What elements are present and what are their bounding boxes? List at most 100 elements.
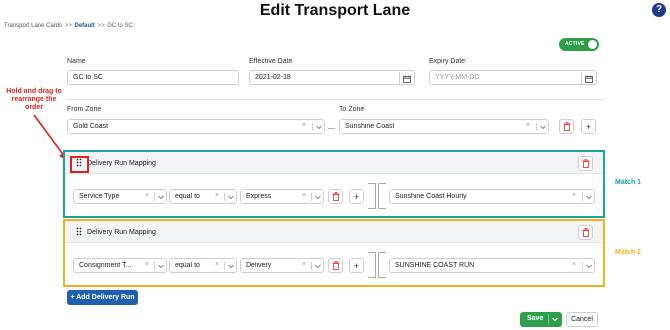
condition-operator-select[interactable]: equal to × (169, 258, 237, 273)
select-divider (224, 262, 225, 270)
clear-icon[interactable]: × (572, 192, 576, 199)
add-zone-button[interactable]: + (581, 119, 596, 134)
delete-card-button[interactable] (578, 225, 593, 240)
card-title: Delivery Run Mapping (87, 160, 156, 167)
chevron-down-icon[interactable] (314, 262, 322, 270)
chevron-down-icon[interactable] (315, 123, 323, 131)
save-button[interactable]: Save (520, 312, 562, 327)
condition-bracket (368, 183, 376, 209)
chevron-down-icon[interactable] (585, 193, 593, 201)
chevron-down-icon[interactable] (314, 193, 322, 201)
condition-value-select[interactable]: Express × (240, 189, 324, 204)
toggle-knob (588, 40, 597, 49)
expiry-date-input[interactable]: YYYY-MM-DD (429, 70, 597, 85)
delete-card-button[interactable] (578, 156, 593, 171)
condition-operator-value: equal to (175, 193, 200, 200)
select-divider (312, 123, 313, 131)
condition-field-select[interactable]: Service Type × (73, 189, 167, 204)
to-zone-value: Sunshine Coast (345, 123, 395, 130)
delivery-run-select[interactable]: SUNSHINE COAST RUN × (389, 258, 595, 273)
chevron-down-icon[interactable] (227, 262, 235, 270)
breadcrumb: Transport Lane Cards >> Default >> GC to… (4, 23, 133, 29)
page-title: Edit Transport Lane (259, 2, 411, 19)
condition-field-value: Consignment T... (79, 262, 132, 269)
result-bracket (378, 252, 386, 278)
clear-icon[interactable]: × (215, 192, 219, 199)
trash-icon (332, 192, 339, 201)
delivery-run-card-2: Delivery Run Mapping Consignment T... × … (63, 219, 605, 287)
add-condition-button[interactable]: + (349, 189, 364, 204)
condition-value: Delivery (246, 262, 272, 269)
chevron-down-icon[interactable] (157, 262, 165, 270)
clear-icon[interactable]: × (145, 192, 149, 199)
expiry-date-label: Expiry Date (429, 58, 466, 65)
breadcrumb-separator: >> (64, 23, 72, 29)
chevron-down-icon[interactable] (227, 193, 235, 201)
condition-value: Express (246, 193, 272, 200)
condition-operator-value: equal to (175, 262, 200, 269)
delete-condition-button[interactable] (328, 258, 343, 273)
help-icon[interactable]: ? (652, 3, 666, 17)
chevron-down-icon[interactable] (539, 123, 547, 131)
select-divider (311, 193, 312, 201)
breadcrumb-root[interactable]: Transport Lane Cards (4, 23, 62, 29)
drag-handle-icon[interactable] (76, 227, 82, 236)
breadcrumb-default-link[interactable]: Default (75, 23, 95, 29)
clear-icon[interactable]: × (302, 192, 306, 199)
delete-zone-button[interactable] (559, 119, 574, 134)
delivery-run-value: Sunshine Coast Hourly (395, 193, 467, 200)
active-toggle[interactable]: ACTIVE (559, 38, 599, 51)
name-input[interactable]: GC to SC (67, 70, 239, 85)
to-zone-label: To Zone (339, 106, 365, 113)
clear-icon[interactable]: × (302, 261, 306, 268)
add-condition-button[interactable]: + (349, 258, 364, 273)
delivery-run-select[interactable]: Sunshine Coast Hourly × (389, 189, 595, 204)
condition-field-select[interactable]: Consignment T... × (73, 258, 167, 273)
chevron-down-icon[interactable] (157, 193, 165, 201)
add-delivery-run-button[interactable]: + Add Delivery Run (67, 290, 138, 305)
select-divider (154, 193, 155, 201)
card-header: Delivery Run Mapping (65, 221, 603, 243)
condition-value-select[interactable]: Delivery × (240, 258, 324, 273)
trash-icon (332, 261, 339, 270)
to-zone-select[interactable]: Sunshine Coast × (339, 119, 549, 134)
clear-icon[interactable]: × (572, 261, 576, 268)
drag-handle-highlight (70, 156, 89, 173)
save-label: Save (527, 315, 544, 322)
match-1-label: Match 1 (615, 179, 642, 186)
select-divider (311, 262, 312, 270)
card-title: Delivery Run Mapping (87, 229, 156, 236)
effective-date-label: Effective Date (249, 58, 293, 65)
condition-operator-select[interactable]: equal to × (169, 189, 237, 204)
delivery-run-card-1: Delivery Run Mapping Service Type × equa… (63, 150, 605, 218)
cancel-button[interactable]: Cancel (566, 312, 598, 327)
from-zone-select[interactable]: Gold Coast × (67, 119, 325, 134)
select-divider (582, 193, 583, 201)
breadcrumb-current: GC to SC (107, 23, 133, 29)
chevron-down-icon[interactable] (585, 262, 593, 270)
condition-bracket (368, 252, 376, 278)
section-divider (67, 99, 604, 100)
select-divider (154, 262, 155, 270)
delivery-run-value: SUNSHINE COAST RUN (395, 262, 475, 269)
from-zone-label: From Zone (67, 106, 102, 113)
result-bracket (378, 183, 386, 209)
from-zone-value: Gold Coast (73, 123, 109, 130)
trash-icon (582, 159, 589, 168)
clear-icon[interactable]: × (145, 261, 149, 268)
delete-condition-button[interactable] (328, 189, 343, 204)
calendar-icon[interactable] (399, 72, 413, 84)
select-divider (582, 262, 583, 270)
calendar-icon[interactable] (581, 72, 595, 84)
name-label: Name (67, 58, 86, 65)
toggle-label: ACTIVE (565, 41, 585, 47)
clear-icon[interactable]: × (526, 122, 530, 129)
clear-icon[interactable]: × (302, 122, 306, 129)
effective-date-input[interactable]: 2021-02-18 (249, 70, 415, 85)
clear-icon[interactable]: × (215, 261, 219, 268)
expiry-date-placeholder: YYYY-MM-DD (435, 74, 480, 81)
chevron-down-icon[interactable] (551, 315, 559, 323)
effective-date-value: 2021-02-18 (255, 74, 291, 81)
zone-range-dash: — (328, 125, 335, 132)
select-divider (224, 193, 225, 201)
